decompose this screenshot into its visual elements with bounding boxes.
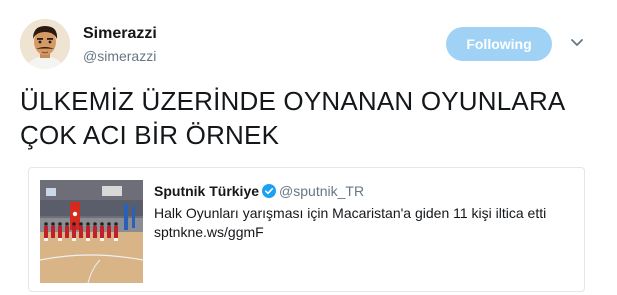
quoted-tweet-card[interactable]: Sputnik Türkiye @sputnik_TR Halk Oyunları… [28, 167, 585, 292]
quoted-tweet-image[interactable] [40, 180, 143, 283]
tweet-text-line: ÜLKEMİZ ÜZERİNDE OYNANAN OYUNLARA [20, 86, 566, 116]
author-screen-name[interactable]: @simerazzi [83, 47, 157, 65]
chevron-down-icon[interactable] [569, 37, 585, 49]
quoted-tweet-header: Sputnik Türkiye @sputnik_TR [154, 182, 364, 200]
quoted-tweet-link[interactable]: sptnkne.ws/ggmF [154, 223, 574, 241]
quoted-tweet-text-line: Halk Oyunları yarışması için Macaristan'… [154, 205, 547, 221]
tweet-text-line: ÇOK ACI BİR ÖRNEK [20, 120, 280, 150]
tweet: Simerazzi @simerazzi Following ÜLKEMİZ Ü… [0, 0, 617, 295]
avatar-image [20, 19, 70, 69]
author-info[interactable]: Simerazzi @simerazzi [83, 24, 157, 65]
author-display-name[interactable]: Simerazzi [83, 24, 157, 44]
quoted-author-screen-name[interactable]: @sputnik_TR [279, 183, 364, 199]
verified-badge-icon [262, 184, 277, 198]
quoted-author-display-name[interactable]: Sputnik Türkiye [154, 183, 259, 199]
following-button[interactable]: Following [446, 27, 552, 61]
author-avatar[interactable] [20, 19, 70, 69]
tweet-text: ÜLKEMİZ ÜZERİNDE OYNANAN OYUNLARA ÇOK AC… [20, 84, 600, 152]
quoted-tweet-text: Halk Oyunları yarışması için Macaristan'… [154, 204, 574, 242]
